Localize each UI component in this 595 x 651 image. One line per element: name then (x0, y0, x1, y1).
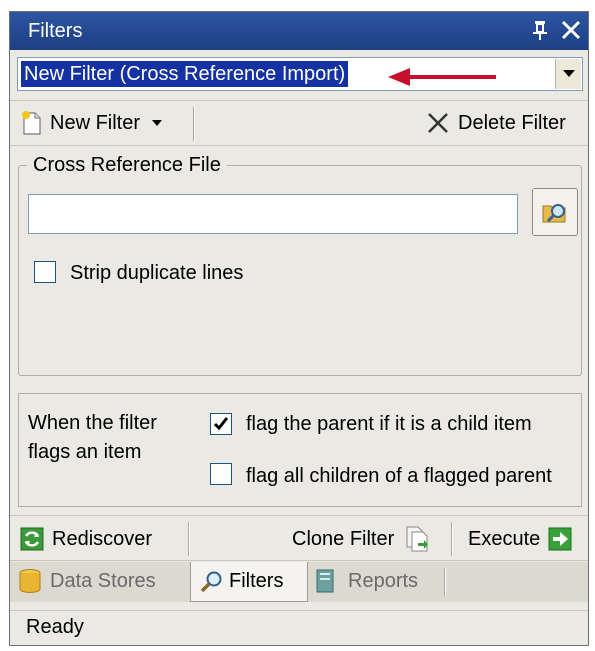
rediscover-icon (20, 527, 44, 551)
tab-label: Reports (348, 569, 419, 592)
dropdown-button[interactable] (555, 59, 581, 89)
annotation-arrow (388, 68, 496, 86)
chevron-down-icon (152, 120, 163, 126)
flag-parent-checkbox[interactable] (210, 413, 232, 435)
rediscover-button[interactable]: Rediscover (20, 525, 152, 553)
close-icon[interactable] (560, 19, 582, 41)
execute-icon (548, 527, 572, 551)
tab-reports[interactable]: Reports (314, 562, 454, 600)
flag-children-label: flag all children of a flagged parent (246, 465, 552, 487)
browse-folder-icon (542, 204, 566, 223)
new-document-icon (22, 111, 41, 135)
magnifier-icon (200, 571, 222, 592)
clone-icon (406, 526, 429, 552)
panel-title: Filters (28, 20, 83, 42)
strip-duplicates-label: Strip duplicate lines (70, 262, 244, 284)
clone-filter-label: Clone Filter (292, 527, 395, 550)
new-filter-label: New Filter (50, 111, 141, 134)
tab-data-stores[interactable]: Data Stores (18, 562, 188, 600)
tab-filters[interactable]: Filters (190, 562, 308, 602)
delete-filter-button[interactable]: Delete Filter (426, 109, 566, 137)
action-toolbar: Rediscover Clone Filter Execute (10, 515, 588, 561)
tab-label: Data Stores (50, 569, 156, 592)
flag-options-description: When the filter flags an item (28, 412, 157, 463)
delete-x-icon (428, 113, 448, 133)
filter-toolbar: New Filter Delete Filter (10, 100, 588, 146)
execute-label: Execute (468, 527, 541, 550)
status-bar: Ready (10, 610, 588, 645)
flag-parent-label: flag the parent if it is a child item (246, 413, 532, 435)
filter-select-value: New Filter (Cross Reference Import) (21, 61, 349, 87)
strip-duplicates-checkbox[interactable] (34, 261, 56, 283)
database-icon (19, 569, 41, 593)
execute-button[interactable]: Execute (468, 525, 572, 553)
dropdown-icon (563, 70, 575, 77)
cross-reference-file-input[interactable] (28, 194, 518, 234)
tab-strip: Data Stores Filters Reports (10, 562, 588, 602)
title-bar: Filters (10, 12, 588, 50)
clone-filter-button[interactable]: Clone Filter (292, 524, 430, 554)
pin-icon[interactable] (530, 18, 550, 42)
flag-children-checkbox[interactable] (210, 463, 232, 485)
reports-icon (316, 569, 334, 593)
filters-panel: Filters New Filter (Cross Reference Impo… (9, 11, 589, 646)
status-text: Ready (26, 616, 84, 638)
toolbar-separator (188, 522, 190, 556)
cross-reference-legend: Cross Reference File (33, 154, 221, 176)
tab-label: Filters (229, 570, 284, 592)
rediscover-label: Rediscover (52, 527, 153, 550)
tab-separator (444, 568, 446, 596)
new-filter-button[interactable]: New Filter (20, 109, 163, 137)
toolbar-separator (451, 522, 453, 556)
toolbar-separator (193, 107, 195, 141)
delete-filter-label: Delete Filter (458, 111, 566, 134)
browse-button[interactable] (532, 188, 578, 236)
checkmark-icon (213, 417, 229, 431)
